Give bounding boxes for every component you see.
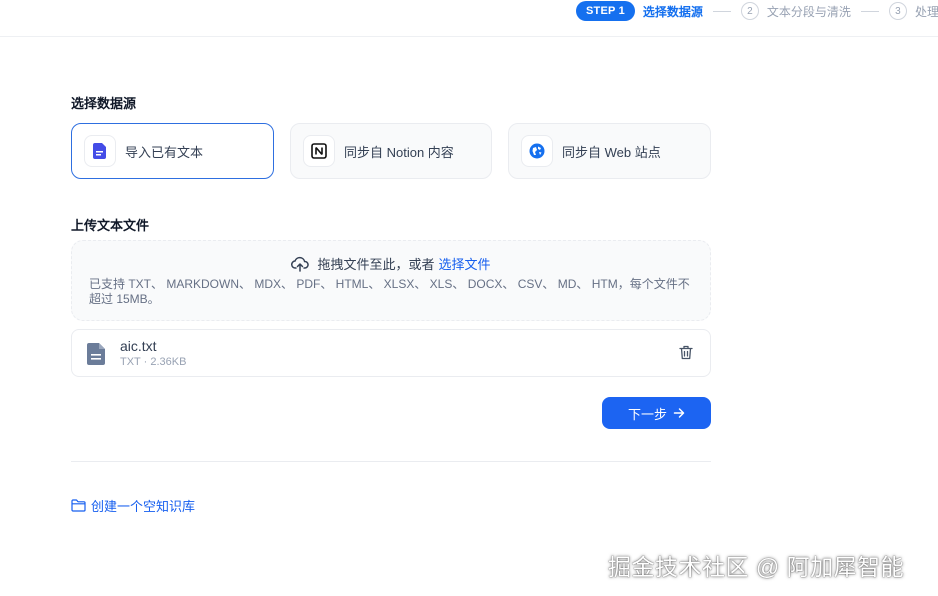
- file-text-icon: [84, 135, 116, 167]
- datasource-option-label: 导入已有文本: [125, 144, 204, 160]
- dropzone-instruction: 拖拽文件至此，或者 选择文件: [72, 254, 710, 273]
- folder-icon: [71, 499, 86, 512]
- cloud-upload-icon: [291, 256, 310, 272]
- web-icon: [521, 135, 553, 167]
- datasource-option-web[interactable]: 同步自 Web 站点: [508, 123, 711, 179]
- datasource-option-label: 同步自 Web 站点: [562, 144, 661, 160]
- notion-icon: [303, 135, 335, 167]
- top-bar: STEP 1 选择数据源 2 文本分段与清洗 3 处理: [0, 0, 938, 37]
- divider: [71, 461, 711, 462]
- watermark: 掘金技术社区 @ 阿加犀智能: [608, 554, 905, 580]
- create-empty-knowledge-label: 创建一个空知识库: [91, 499, 196, 514]
- arrow-right-icon: [673, 407, 685, 419]
- datasource-option-notion[interactable]: 同步自 Notion 内容: [290, 123, 492, 179]
- datasource-option-import-text[interactable]: 导入已有文本: [71, 123, 274, 179]
- datasource-option-label: 同步自 Notion 内容: [344, 144, 454, 160]
- upload-title: 上传文本文件: [71, 218, 150, 233]
- document-icon: [87, 343, 105, 370]
- delete-file-icon[interactable]: [679, 345, 693, 365]
- next-step-label: 下一步: [627, 406, 667, 422]
- file-name: aic.txt: [120, 338, 157, 354]
- select-file-link[interactable]: 选择文件: [439, 254, 491, 273]
- datasource-title: 选择数据源: [71, 96, 137, 111]
- step-connector: [712, 10, 731, 12]
- step3-number: 3: [888, 2, 907, 20]
- uploaded-file-item[interactable]: aic.txt TXT · 2.36KB: [71, 329, 711, 377]
- step2-number: 2: [740, 2, 759, 20]
- stepper: STEP 1 选择数据源 2 文本分段与清洗 3 处理: [576, 1, 938, 21]
- step-connector: [860, 10, 879, 12]
- step3-label: 处理: [914, 4, 938, 19]
- supported-formats-tip: 已支持 TXT、 MARKDOWN、 MDX、 PDF、 HTML、 XLSX、…: [89, 277, 690, 306]
- drag-text: 拖拽文件至此，或者: [317, 257, 435, 272]
- create-empty-knowledge-link[interactable]: 创建一个空知识库: [71, 496, 195, 515]
- file-meta: TXT · 2.36KB: [120, 356, 187, 368]
- step1-badge: STEP 1: [576, 1, 635, 21]
- next-step-button[interactable]: 下一步: [602, 397, 711, 429]
- upload-dropzone[interactable]: 拖拽文件至此，或者 选择文件 已支持 TXT、 MARKDOWN、 MDX、 P…: [71, 240, 711, 321]
- step1-label: 选择数据源: [642, 4, 703, 19]
- step2-label: 文本分段与清洗: [766, 4, 851, 19]
